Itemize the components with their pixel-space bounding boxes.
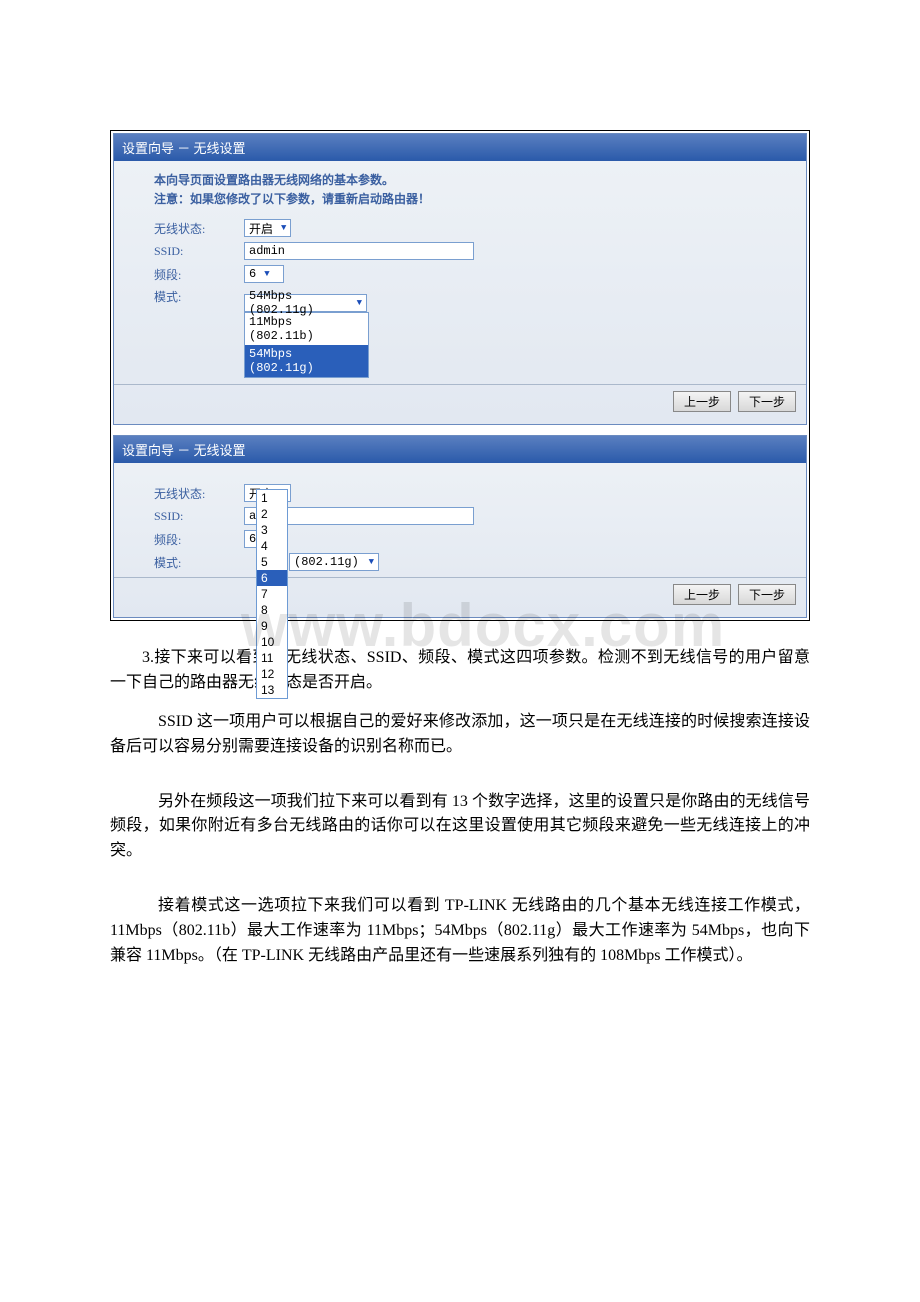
panel-title: 设置向导 － 无线设置	[114, 134, 806, 161]
next-button[interactable]: 下一步	[738, 391, 796, 412]
intro-line1: 本向导页面设置路由器无线网络的基本参数。	[154, 173, 394, 187]
label-channel: 频段:	[154, 531, 244, 548]
channel-option[interactable]: 7	[257, 586, 287, 602]
channel-option[interactable]: 5	[257, 554, 287, 570]
channel-option[interactable]: 8	[257, 602, 287, 618]
mode-dropdown-list[interactable]: 11Mbps (802.11b) 54Mbps (802.11g)	[244, 312, 369, 378]
panel-title: 设置向导 － 无线设置	[114, 436, 806, 463]
paragraph-ssid: SSID 这一项用户可以根据自己的爱好来修改添加，这一项只是在无线连接的时候搜索…	[110, 710, 810, 760]
intro-text: 本向导页面设置路由器无线网络的基本参数。 注意：如果您修改了以下参数，请重新启动…	[154, 171, 766, 209]
chevron-down-icon: ▼	[281, 223, 286, 233]
next-button[interactable]: 下一步	[738, 584, 796, 605]
chevron-down-icon: ▼	[264, 269, 269, 279]
label-wireless-status: 无线状态:	[154, 220, 244, 237]
mode-selected-value: (802.11g)	[294, 555, 359, 569]
channel-value: 6	[249, 267, 256, 281]
ssid-input[interactable]: admin	[244, 242, 474, 260]
channel-option[interactable]: 9	[257, 618, 287, 634]
chevron-down-icon: ▼	[369, 557, 374, 567]
mode-select[interactable]: 54Mbps (802.11g) ▼	[244, 294, 367, 312]
mode-selected-value: 54Mbps (802.11g)	[249, 289, 349, 317]
chevron-down-icon: ▼	[357, 298, 362, 308]
prev-button[interactable]: 上一步	[673, 584, 731, 605]
wireless-status-value: 开启	[249, 220, 273, 237]
intro-line2: 注意：如果您修改了以下参数，请重新启动路由器！	[154, 192, 430, 206]
label-ssid: SSID:	[154, 244, 244, 259]
wizard-panel-2: 设置向导 － 无线设置 无线状态: 开启 ▼ SSID: admin 频段:	[113, 435, 807, 618]
wizard-panel-1: 设置向导 － 无线设置 本向导页面设置路由器无线网络的基本参数。 注意：如果您修…	[113, 133, 807, 425]
wireless-status-select[interactable]: 开启 ▼	[244, 219, 291, 237]
label-mode: 模式:	[154, 288, 244, 305]
paragraph-mode: 接着模式这一选项拉下来我们可以看到 TP-LINK 无线路由的几个基本无线连接工…	[110, 894, 810, 968]
channel-option[interactable]: 12	[257, 666, 287, 682]
label-mode: 模式:	[154, 554, 244, 571]
label-wireless-status: 无线状态:	[154, 485, 244, 502]
mode-select-group: 54Mbps (802.11g) ▼ 11Mbps (802.11b) 54Mb…	[244, 288, 369, 378]
channel-option[interactable]: 4	[257, 538, 287, 554]
channel-select[interactable]: 6 ▼	[244, 265, 284, 283]
channel-option[interactable]: 3	[257, 522, 287, 538]
panel1-footer: 上一步 下一步	[114, 384, 806, 418]
screenshot-embed: 设置向导 － 无线设置 本向导页面设置路由器无线网络的基本参数。 注意：如果您修…	[110, 130, 810, 621]
mode-option-11g[interactable]: 54Mbps (802.11g)	[245, 345, 368, 377]
channel-option[interactable]: 1	[257, 490, 287, 506]
channel-option[interactable]: 11	[257, 650, 287, 666]
paragraph-3: 3.接下来可以看到有无线状态、SSID、频段、模式这四项参数。检测不到无线信号的…	[110, 646, 810, 696]
prev-button[interactable]: 上一步	[673, 391, 731, 412]
channel-option[interactable]: 13	[257, 682, 287, 698]
channel-option[interactable]: 6	[257, 570, 287, 586]
label-channel: 频段:	[154, 266, 244, 283]
panel2-footer: 上一步 下一步	[114, 577, 806, 611]
label-ssid: SSID:	[154, 509, 244, 524]
mode-select[interactable]: (802.11g) ▼	[289, 553, 379, 571]
channel-option[interactable]: 2	[257, 506, 287, 522]
paragraph-channel: 另外在频段这一项我们拉下来可以看到有 13 个数字选择，这里的设置只是你路由的无…	[110, 790, 810, 864]
channel-dropdown-list[interactable]: 12345678910111213	[256, 489, 288, 699]
channel-option[interactable]: 10	[257, 634, 287, 650]
mode-option-11b[interactable]: 11Mbps (802.11b)	[245, 313, 368, 345]
